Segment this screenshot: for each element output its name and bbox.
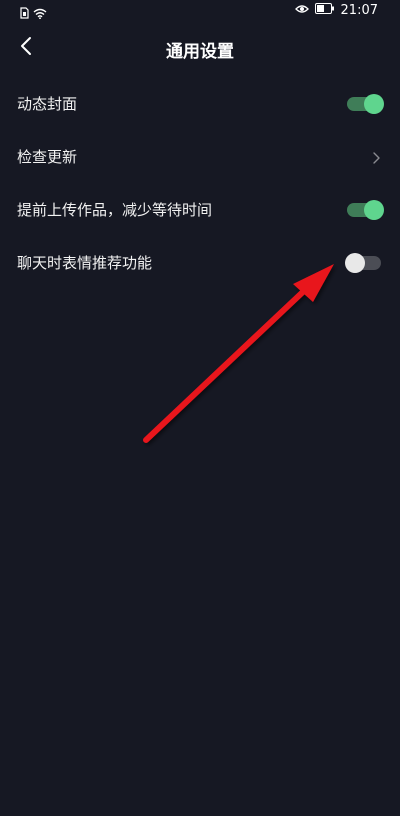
setting-row-dynamic-cover[interactable]: 动态封面 bbox=[0, 78, 400, 131]
status-left-icons bbox=[20, 4, 47, 23]
pre-upload-toggle[interactable] bbox=[347, 199, 384, 221]
toggle-knob bbox=[364, 200, 384, 220]
setting-label: 提前上传作品，减少等待时间 bbox=[17, 201, 213, 219]
eye-icon bbox=[294, 3, 309, 18]
setting-row-pre-upload[interactable]: 提前上传作品，减少等待时间 bbox=[0, 184, 400, 237]
setting-row-check-update[interactable]: 检查更新 bbox=[0, 131, 400, 184]
toggle-knob bbox=[364, 94, 384, 114]
status-bar: 21:07 bbox=[0, 0, 400, 26]
toggle-knob bbox=[345, 253, 365, 273]
settings-list: 动态封面 检查更新 提前上传作品，减少等待时间 聊天时表情推荐功能 bbox=[0, 78, 400, 290]
sim-card-icon bbox=[20, 4, 29, 23]
setting-label: 聊天时表情推荐功能 bbox=[17, 254, 153, 272]
setting-label: 动态封面 bbox=[17, 95, 78, 113]
setting-row-emoji-recommend[interactable]: 聊天时表情推荐功能 bbox=[0, 237, 400, 290]
setting-label: 检查更新 bbox=[17, 148, 78, 166]
page-title: 通用设置 bbox=[166, 42, 234, 62]
dynamic-cover-toggle[interactable] bbox=[347, 93, 384, 115]
emoji-recommend-toggle[interactable] bbox=[345, 252, 383, 274]
nav-bar: 通用设置 bbox=[0, 26, 400, 70]
wifi-icon bbox=[33, 4, 47, 23]
status-right-icons: 21:07 bbox=[294, 3, 378, 18]
chevron-right-icon bbox=[372, 150, 382, 164]
status-time: 21:07 bbox=[340, 3, 378, 18]
battery-icon bbox=[314, 3, 335, 18]
